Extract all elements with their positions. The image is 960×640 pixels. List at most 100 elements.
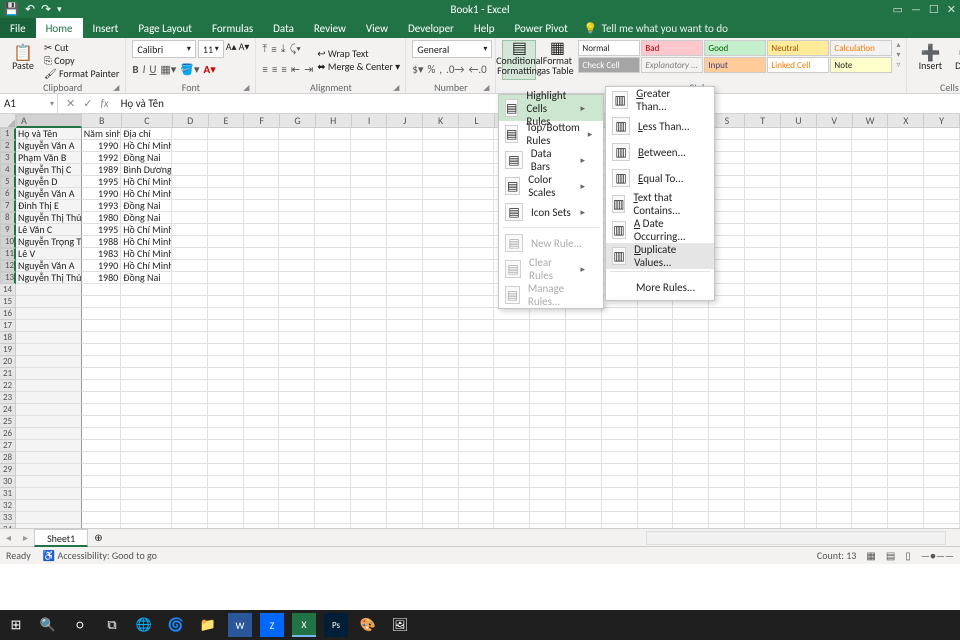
cell-K27[interactable] bbox=[423, 440, 459, 452]
cell-X4[interactable] bbox=[888, 164, 924, 176]
cell-Y17[interactable] bbox=[924, 320, 960, 332]
cell-W27[interactable] bbox=[852, 440, 888, 452]
cell-B16[interactable] bbox=[82, 308, 122, 320]
col-header-T[interactable]: T bbox=[745, 114, 781, 128]
cell-G9[interactable] bbox=[279, 224, 315, 236]
cell-C19[interactable] bbox=[121, 344, 172, 356]
cell-M28[interactable] bbox=[494, 452, 530, 464]
cell-R18[interactable] bbox=[673, 332, 709, 344]
style-good[interactable]: Good bbox=[704, 40, 766, 56]
cell-A22[interactable] bbox=[16, 380, 82, 392]
cell-P27[interactable] bbox=[602, 440, 638, 452]
cell-V22[interactable] bbox=[817, 380, 853, 392]
edge-icon[interactable]: 🌀 bbox=[164, 613, 188, 637]
cell-A7[interactable]: Đinh Thị E bbox=[16, 200, 82, 212]
cell-G32[interactable] bbox=[279, 500, 315, 512]
tab-review[interactable]: Review bbox=[304, 18, 356, 38]
cell-G7[interactable] bbox=[279, 200, 315, 212]
cell-I13[interactable] bbox=[351, 272, 387, 284]
cell-D18[interactable] bbox=[172, 332, 208, 344]
cell-X15[interactable] bbox=[888, 296, 924, 308]
cell-X19[interactable] bbox=[888, 344, 924, 356]
cell-F30[interactable] bbox=[244, 476, 280, 488]
cell-C26[interactable] bbox=[121, 428, 172, 440]
cell-Y19[interactable] bbox=[924, 344, 960, 356]
cell-U6[interactable] bbox=[781, 188, 817, 200]
cell-A9[interactable]: Lê Văn C bbox=[16, 224, 82, 236]
start-button[interactable]: ⊞ bbox=[4, 613, 28, 637]
cell-S21[interactable] bbox=[709, 368, 745, 380]
cell-B31[interactable] bbox=[82, 488, 122, 500]
cell-K12[interactable] bbox=[423, 260, 459, 272]
tab-view[interactable]: View bbox=[356, 18, 398, 38]
cell-J11[interactable] bbox=[387, 248, 423, 260]
cell-M25[interactable] bbox=[494, 416, 530, 428]
cell-X7[interactable] bbox=[888, 200, 924, 212]
cell-Y15[interactable] bbox=[924, 296, 960, 308]
cell-L11[interactable] bbox=[459, 248, 495, 260]
cell-C31[interactable] bbox=[121, 488, 172, 500]
cell-X18[interactable] bbox=[888, 332, 924, 344]
cell-O21[interactable] bbox=[566, 368, 602, 380]
cell-U13[interactable] bbox=[781, 272, 817, 284]
cell-G26[interactable] bbox=[279, 428, 315, 440]
cell-Q22[interactable] bbox=[638, 380, 674, 392]
tab-insert[interactable]: Insert bbox=[83, 18, 129, 38]
cell-B2[interactable]: 1990 bbox=[82, 140, 122, 152]
cell-T5[interactable] bbox=[745, 176, 781, 188]
cell-R29[interactable] bbox=[673, 464, 709, 476]
cell-A18[interactable] bbox=[16, 332, 82, 344]
cell-I17[interactable] bbox=[351, 320, 387, 332]
cell-B28[interactable] bbox=[82, 452, 122, 464]
cell-E31[interactable] bbox=[208, 488, 244, 500]
cell-U30[interactable] bbox=[781, 476, 817, 488]
cell-H11[interactable] bbox=[315, 248, 351, 260]
cell-V4[interactable] bbox=[817, 164, 853, 176]
cell-J7[interactable] bbox=[387, 200, 423, 212]
cell-M32[interactable] bbox=[494, 500, 530, 512]
cell-G17[interactable] bbox=[279, 320, 315, 332]
clipboard-dialog-icon[interactable]: ◢ bbox=[113, 83, 119, 93]
cell-E10[interactable] bbox=[208, 236, 244, 248]
cell-S29[interactable] bbox=[709, 464, 745, 476]
cell-U32[interactable] bbox=[781, 500, 817, 512]
cell-B5[interactable]: 1995 bbox=[82, 176, 122, 188]
app-icon-1[interactable]: 🎨 bbox=[356, 613, 380, 637]
cell-J22[interactable] bbox=[387, 380, 423, 392]
cell-V26[interactable] bbox=[817, 428, 853, 440]
cell-M29[interactable] bbox=[494, 464, 530, 476]
cell-O22[interactable] bbox=[566, 380, 602, 392]
cell-J17[interactable] bbox=[387, 320, 423, 332]
cell-S31[interactable] bbox=[709, 488, 745, 500]
cell-F19[interactable] bbox=[244, 344, 280, 356]
cell-I10[interactable] bbox=[351, 236, 387, 248]
cell-T13[interactable] bbox=[745, 272, 781, 284]
col-header-K[interactable]: K bbox=[423, 114, 459, 128]
cell-V15[interactable] bbox=[817, 296, 853, 308]
cell-Q32[interactable] bbox=[638, 500, 674, 512]
cell-A25[interactable] bbox=[16, 416, 82, 428]
cell-L6[interactable] bbox=[459, 188, 495, 200]
cell-U24[interactable] bbox=[781, 404, 817, 416]
cell-Y29[interactable] bbox=[924, 464, 960, 476]
cell-M27[interactable] bbox=[494, 440, 530, 452]
cell-H19[interactable] bbox=[315, 344, 351, 356]
undo-icon[interactable]: ↶ bbox=[25, 2, 35, 17]
cell-G21[interactable] bbox=[279, 368, 315, 380]
cell-T32[interactable] bbox=[745, 500, 781, 512]
cell-Q29[interactable] bbox=[638, 464, 674, 476]
cell-J9[interactable] bbox=[387, 224, 423, 236]
cell-F5[interactable] bbox=[244, 176, 280, 188]
cell-D25[interactable] bbox=[172, 416, 208, 428]
status-accessibility[interactable]: ♿ Accessibility: Good to go bbox=[43, 549, 157, 562]
cell-P24[interactable] bbox=[602, 404, 638, 416]
cell-R33[interactable] bbox=[673, 512, 709, 524]
cell-V13[interactable] bbox=[817, 272, 853, 284]
cell-U3[interactable] bbox=[781, 152, 817, 164]
cell-G4[interactable] bbox=[279, 164, 315, 176]
col-header-B[interactable]: B bbox=[82, 114, 122, 128]
cell-K14[interactable] bbox=[423, 284, 459, 296]
cell-X11[interactable] bbox=[888, 248, 924, 260]
cell-R22[interactable] bbox=[673, 380, 709, 392]
cell-I29[interactable] bbox=[351, 464, 387, 476]
